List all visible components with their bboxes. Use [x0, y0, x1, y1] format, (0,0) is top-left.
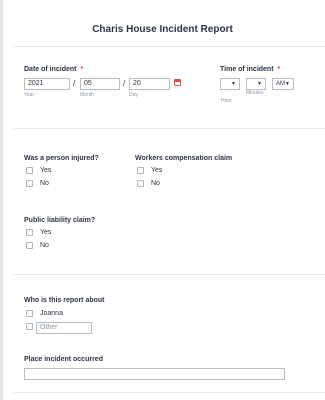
time-of-incident-label: Time of incident * [220, 66, 280, 73]
time-label-text: Time of incident [220, 66, 274, 73]
calendar-icon[interactable] [174, 79, 181, 86]
checkbox[interactable] [137, 180, 144, 187]
checkbox[interactable] [26, 323, 33, 330]
public-liability-label: Public liability claim? [24, 217, 96, 224]
checkbox[interactable] [137, 167, 144, 174]
form-page: Charis House Incident Report Date of inc… [0, 0, 325, 400]
day-input[interactable]: 20 [129, 78, 170, 90]
date-of-incident-label: Date of incident * [24, 66, 83, 73]
other-input[interactable]: Other [36, 322, 92, 334]
checkbox[interactable] [26, 167, 33, 174]
report-about-option-joanna[interactable]: Joanna [26, 310, 63, 317]
place-label: Place incident occurred [24, 356, 103, 363]
minutes-select[interactable]: ▼ [246, 78, 266, 90]
workers-comp-option-no[interactable]: No [137, 180, 160, 187]
public-liability-option-no[interactable]: No [26, 242, 49, 249]
form-title: Charis House Incident Report [92, 24, 233, 35]
date-separator: / [123, 79, 126, 88]
section-divider [14, 128, 325, 129]
place-input[interactable] [24, 368, 285, 380]
checkbox[interactable] [26, 180, 33, 187]
option-label: Yes [151, 167, 163, 174]
day-sublabel: Day [129, 92, 138, 98]
left-edge-divider [0, 0, 3, 400]
year-sublabel: Year [24, 92, 35, 98]
checkbox[interactable] [26, 310, 33, 317]
caret-down-icon: ▼ [257, 81, 262, 87]
month-input[interactable]: 05 [80, 78, 120, 90]
caret-down-icon: ▼ [285, 81, 290, 87]
month-sublabel: Month [80, 92, 94, 98]
option-label: Joanna [40, 310, 63, 317]
option-label: No [151, 180, 160, 187]
time-colon: : [221, 89, 223, 95]
report-about-label: Who is this report about [24, 297, 105, 304]
year-input[interactable]: 2021 [24, 78, 70, 90]
option-label: No [40, 180, 49, 187]
checkbox[interactable] [26, 242, 33, 249]
workers-comp-label: Workers compensation claim [135, 155, 233, 162]
option-label: Yes [40, 167, 52, 174]
required-mark: * [277, 66, 281, 73]
section-divider [14, 274, 325, 275]
section-divider [14, 392, 325, 393]
caret-down-icon: ▼ [231, 81, 236, 87]
injured-option-yes[interactable]: Yes [26, 167, 51, 174]
injured-label: Was a person injured? [24, 155, 99, 162]
title-divider [14, 46, 325, 47]
hour-select[interactable]: ▼ [220, 78, 240, 90]
workers-comp-option-yes[interactable]: Yes [137, 167, 162, 174]
hour-sublabel: Hour [221, 98, 232, 104]
injured-option-no[interactable]: No [26, 180, 49, 187]
date-separator: / [73, 79, 76, 88]
date-label-text: Date of incident [24, 66, 77, 73]
ampm-select[interactable]: AM ▼ [272, 78, 294, 90]
public-liability-option-yes[interactable]: Yes [26, 229, 51, 236]
ampm-value: AM [276, 81, 285, 87]
minutes-sublabel: Minutes [246, 90, 264, 96]
option-label: No [40, 242, 49, 249]
required-mark: * [80, 66, 84, 73]
checkbox[interactable] [26, 229, 33, 236]
option-label: Yes [40, 229, 52, 236]
